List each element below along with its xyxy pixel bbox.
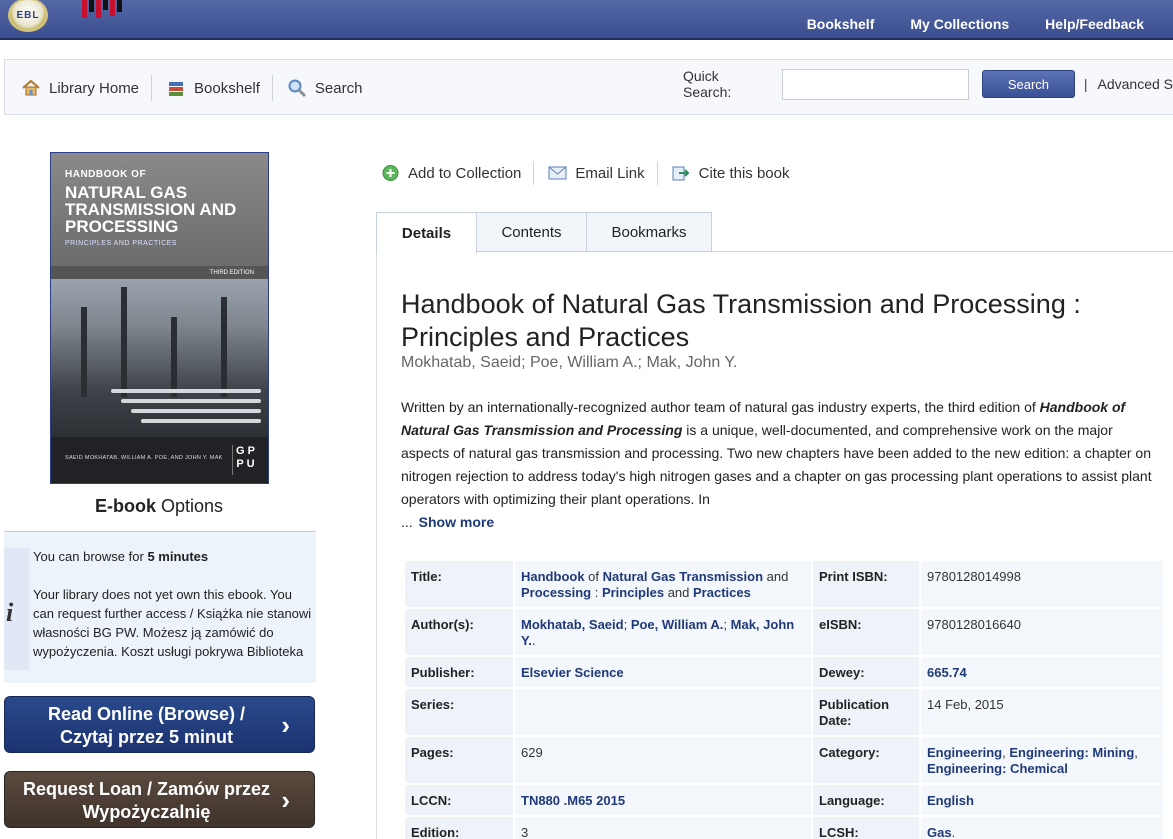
divider	[271, 75, 273, 101]
top-nav: Bookshelf My Collections Help/Feedback	[789, 0, 1173, 40]
authors-value: Mokhatab, Saeid; Poe, William A.; Mak, J…	[515, 609, 811, 655]
publisher-logo: G P P U	[232, 445, 258, 475]
nav-my-collections[interactable]: My Collections	[892, 0, 1027, 40]
lccn-link[interactable]: TN880 .M65 2015	[521, 793, 625, 808]
show-more-link[interactable]: Show more	[419, 514, 494, 530]
dewey-link[interactable]: 665.74	[927, 665, 967, 680]
cover-photo	[51, 279, 268, 437]
nav-bookshelf[interactable]: Bookshelf	[789, 0, 893, 40]
library-logo[interactable]	[82, 0, 124, 18]
table-row: Title: Handbook of Natural Gas Transmiss…	[405, 561, 1163, 607]
table-row: Edition: 3 LCSH: Gas.	[405, 817, 1163, 839]
divider	[656, 161, 658, 185]
cover-footer: SAEID MOKHATAB, WILLIAM A. POE, AND JOHN…	[51, 437, 268, 483]
email-link[interactable]: Email Link	[548, 164, 656, 182]
tab-contents[interactable]: Contents	[476, 212, 587, 252]
cover-title-area: HANDBOOK OF NATURAL GAS TRANSMISSION AND…	[51, 153, 268, 266]
ebl-logo[interactable]: EBL	[8, 0, 48, 32]
quick-search: Quick Search: Search | Advanced S	[683, 68, 1173, 100]
book-actions: Add to Collection Email Link Cite this b…	[381, 160, 802, 186]
sub-nav-bar: Library Home Bookshelf Search Quick Sear…	[4, 59, 1173, 115]
nav-search[interactable]: Search	[287, 75, 375, 101]
nav-help-feedback[interactable]: Help/Feedback	[1027, 0, 1173, 40]
magnifier-icon	[288, 79, 306, 98]
cite-arrow-icon	[672, 166, 690, 181]
cite-this-book-link[interactable]: Cite this book	[672, 164, 802, 182]
detail-tabs: Details Contents Bookmarks	[376, 212, 712, 253]
tab-bookmarks[interactable]: Bookmarks	[586, 212, 712, 252]
title-value: Handbook of Natural Gas Transmission and…	[515, 561, 811, 607]
quick-search-input[interactable]	[782, 68, 969, 100]
show-more-row: ... Show more	[401, 514, 495, 530]
envelope-icon	[548, 166, 567, 180]
book-metadata-table: Title: Handbook of Natural Gas Transmiss…	[403, 559, 1165, 839]
request-loan-button[interactable]: Request Loan / Zamów przez Wypożyczalnię…	[4, 771, 315, 828]
access-notice: Your library does not yet own this ebook…	[33, 587, 312, 659]
divider	[151, 75, 153, 101]
table-row: Author(s): Mokhatab, Saeid; Poe, William…	[405, 609, 1163, 655]
book-cover: HANDBOOK OF NATURAL GAS TRANSMISSION AND…	[50, 152, 269, 484]
divider	[533, 161, 535, 185]
browse-time: You can browse for 5 minutes	[33, 549, 209, 564]
add-to-collection-link[interactable]: Add to Collection	[381, 164, 533, 182]
access-info-box: i You can browse for 5 minutes Your libr…	[4, 531, 316, 683]
chevron-right-icon: ›	[281, 785, 290, 815]
plus-circle-icon	[382, 165, 399, 181]
quick-search-label: Quick Search:	[683, 68, 732, 100]
publisher-link[interactable]: Elsevier Science	[521, 665, 624, 680]
table-row: Series: Publication Date: 14 Feb, 2015	[405, 689, 1163, 735]
advanced-search-link[interactable]: Advanced S	[1098, 76, 1173, 92]
books-icon	[169, 82, 184, 96]
book-authors: Mokhatab, Saeid; Poe, William A.; Mak, J…	[401, 354, 738, 371]
table-row: Publisher: Elsevier Science Dewey: 665.7…	[405, 657, 1163, 687]
quick-search-button[interactable]: Search	[982, 70, 1075, 98]
ebook-options-heading: E-book Options	[94, 496, 224, 516]
book-title: Handbook of Natural Gas Transmission and…	[401, 289, 1081, 352]
tab-details[interactable]: Details	[376, 212, 477, 253]
info-icon: i	[6, 598, 14, 627]
read-online-button[interactable]: Read Online (Browse) / Czytaj przez 5 mi…	[4, 696, 315, 753]
lcsh-link[interactable]: Gas	[927, 825, 952, 839]
nav-library-home[interactable]: Library Home	[21, 75, 151, 101]
table-row: LCCN: TN880 .M65 2015 Language: English	[405, 785, 1163, 815]
sub-nav: Library Home Bookshelf Search	[21, 74, 374, 102]
table-row: Pages: 629 Category: Engineering, Engine…	[405, 737, 1163, 783]
top-bar: EBL Bookshelf My Collections Help/Feedba…	[0, 0, 1173, 40]
language-link[interactable]: English	[927, 793, 974, 808]
book-description: Written by an internationally-recognized…	[401, 399, 1152, 507]
divider: |	[1083, 76, 1088, 92]
home-icon	[22, 79, 40, 96]
chevron-right-icon: ›	[281, 710, 290, 740]
nav-bookshelf-sub[interactable]: Bookshelf	[166, 75, 272, 101]
